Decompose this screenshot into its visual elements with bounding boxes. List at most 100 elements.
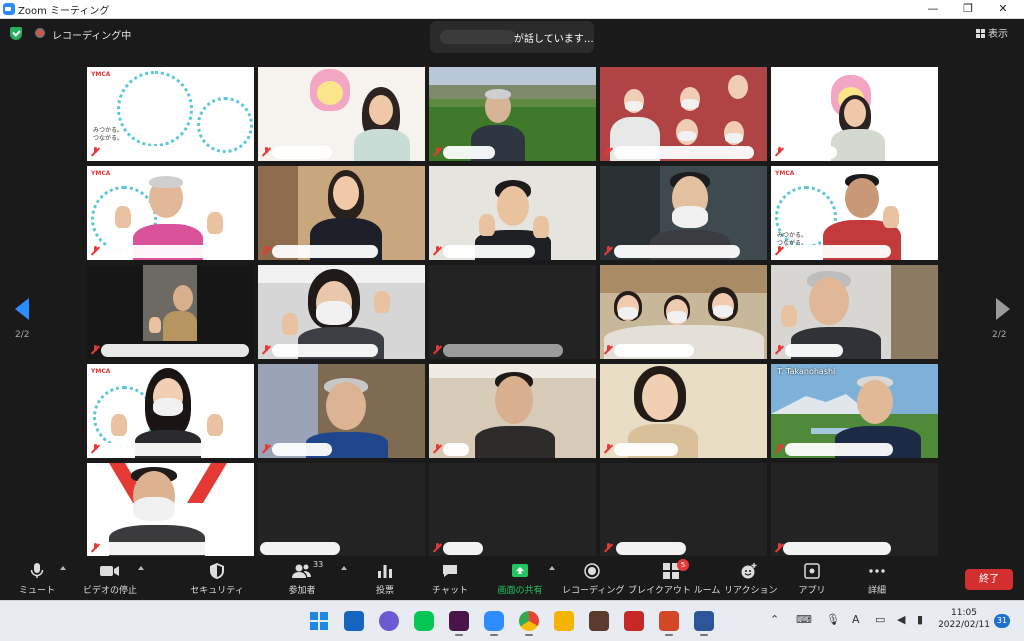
microphone-tray-icon[interactable]: 🎙 bbox=[826, 613, 840, 626]
video-tile[interactable] bbox=[258, 364, 425, 458]
video-tile-video-off[interactable] bbox=[429, 265, 596, 359]
video-tile[interactable]: YMCA みつかる。 つながる。 bbox=[771, 166, 938, 260]
app-taskbar-icon[interactable] bbox=[589, 611, 609, 631]
share-screen-button[interactable]: 画面の共有 bbox=[492, 562, 548, 598]
participant-name-redacted bbox=[101, 344, 249, 357]
recording-indicator-icon bbox=[35, 28, 45, 38]
minimize-button[interactable]: — bbox=[915, 0, 951, 18]
security-button[interactable]: セキュリティ bbox=[190, 562, 244, 598]
participants-button[interactable]: 33 参加者 bbox=[282, 560, 324, 598]
polls-bar-chart-icon bbox=[376, 562, 394, 580]
app-taskbar-icon[interactable] bbox=[624, 611, 644, 631]
participant-name-redacted bbox=[616, 542, 686, 555]
start-windows-icon[interactable] bbox=[309, 611, 329, 631]
video-tile-video-off[interactable] bbox=[429, 463, 596, 557]
video-tile[interactable] bbox=[600, 364, 767, 458]
video-tile[interactable]: YMCA bbox=[87, 364, 254, 458]
muted-mic-icon bbox=[604, 444, 613, 453]
breakout-rooms-button[interactable]: 5 ブレイクアウト ルーム bbox=[628, 559, 720, 598]
video-tile[interactable] bbox=[429, 166, 596, 260]
video-tile[interactable] bbox=[258, 67, 425, 161]
close-window-button[interactable]: ✕ bbox=[985, 0, 1021, 18]
video-tile[interactable] bbox=[429, 364, 596, 458]
muted-mic-icon bbox=[262, 147, 271, 156]
chat-button[interactable]: チャット bbox=[432, 562, 468, 598]
video-tile[interactable] bbox=[771, 67, 938, 161]
powerpoint-icon[interactable] bbox=[659, 611, 679, 636]
video-tile-video-off[interactable] bbox=[771, 463, 938, 557]
muted-mic-icon bbox=[433, 543, 442, 552]
record-icon bbox=[583, 562, 601, 580]
view-button[interactable]: 表示 bbox=[976, 25, 1008, 40]
slack-app-icon[interactable] bbox=[449, 611, 469, 636]
participants-options-caret-icon[interactable] bbox=[341, 566, 347, 570]
clock-time: 11:05 bbox=[951, 608, 977, 618]
video-options-caret-icon[interactable] bbox=[138, 566, 144, 570]
reactions-button[interactable]: リアクション bbox=[724, 562, 778, 598]
polls-button[interactable]: 投票 bbox=[370, 562, 400, 598]
volume-icon[interactable]: ◀ bbox=[897, 613, 905, 626]
network-icon[interactable]: ▭ bbox=[875, 613, 885, 626]
participant-name-redacted bbox=[272, 443, 332, 456]
page-indicator-right: 2/2 bbox=[992, 330, 1007, 340]
participant-name-redacted bbox=[443, 245, 535, 258]
keyboard-icon[interactable]: ⌨ bbox=[796, 613, 812, 626]
video-tile-video-off[interactable] bbox=[600, 463, 767, 557]
previous-page-arrow-icon[interactable] bbox=[15, 298, 29, 320]
next-page-arrow-icon[interactable] bbox=[996, 298, 1010, 320]
encryption-shield-icon[interactable] bbox=[10, 27, 22, 40]
video-tile[interactable] bbox=[600, 166, 767, 260]
share-options-caret-icon[interactable] bbox=[549, 566, 555, 570]
chevron-up-icon[interactable]: ⌃ bbox=[770, 613, 779, 626]
record-button[interactable]: レコーディング bbox=[562, 562, 624, 598]
video-tile[interactable] bbox=[429, 67, 596, 161]
maximize-button[interactable]: ❐ bbox=[950, 0, 986, 18]
teams-chat-icon[interactable] bbox=[379, 611, 399, 631]
audio-options-caret-icon[interactable] bbox=[60, 566, 66, 570]
participant-name-redacted bbox=[783, 542, 891, 555]
video-tile[interactable] bbox=[87, 265, 254, 359]
muted-mic-icon bbox=[262, 345, 271, 354]
ymca-logo-text: YMCA bbox=[91, 170, 111, 177]
video-tile-video-off[interactable] bbox=[258, 463, 425, 557]
system-clock[interactable]: 11:05 2022/02/11 bbox=[934, 607, 994, 631]
participant-name-redacted bbox=[272, 245, 378, 258]
zoom-taskbar-icon[interactable] bbox=[484, 611, 504, 636]
muted-mic-icon bbox=[91, 543, 100, 552]
widgets-icon[interactable] bbox=[344, 611, 364, 631]
line-app-icon[interactable] bbox=[414, 611, 434, 631]
video-tile[interactable] bbox=[600, 67, 767, 161]
ime-indicator[interactable]: A bbox=[852, 613, 860, 626]
participant-name-redacted bbox=[260, 542, 340, 555]
video-tile[interactable] bbox=[87, 463, 254, 557]
participant-count: 33 bbox=[313, 560, 324, 569]
apps-button[interactable]: アプリ bbox=[797, 562, 827, 598]
view-label: 表示 bbox=[988, 29, 1008, 40]
participant-name-label: T. Takanohashi bbox=[777, 367, 836, 376]
video-tile[interactable] bbox=[258, 265, 425, 359]
mute-button[interactable]: ミュート bbox=[18, 562, 56, 598]
participant-name-redacted bbox=[272, 344, 378, 357]
ymca-slogan: みつかる。 つながる。 bbox=[93, 127, 124, 142]
more-button[interactable]: 詳細 bbox=[862, 562, 892, 598]
notification-badge[interactable]: 31 bbox=[994, 614, 1010, 628]
muted-mic-icon bbox=[262, 444, 271, 453]
video-tile[interactable] bbox=[771, 265, 938, 359]
file-explorer-icon[interactable] bbox=[554, 611, 574, 631]
participant-name-redacted bbox=[614, 245, 740, 258]
stop-video-button[interactable]: ビデオの停止 bbox=[80, 562, 140, 598]
video-tile[interactable] bbox=[600, 265, 767, 359]
chrome-browser-icon[interactable] bbox=[519, 611, 539, 636]
video-tile[interactable]: YMCA みつかる。 つながる。 bbox=[87, 67, 254, 161]
video-camera-icon bbox=[99, 562, 121, 580]
battery-icon[interactable]: ▮ bbox=[917, 613, 923, 626]
word-icon[interactable] bbox=[694, 611, 714, 636]
share-screen-icon bbox=[511, 562, 529, 580]
video-tile[interactable]: YMCA bbox=[87, 166, 254, 260]
participant-name-redacted bbox=[614, 443, 678, 456]
video-tile[interactable]: T. Takanohashi bbox=[771, 364, 938, 458]
video-tile[interactable] bbox=[258, 166, 425, 260]
participant-name-redacted bbox=[785, 344, 843, 357]
end-meeting-button[interactable]: 終了 bbox=[965, 569, 1013, 590]
recording-label: レコーディング中 bbox=[52, 31, 132, 42]
